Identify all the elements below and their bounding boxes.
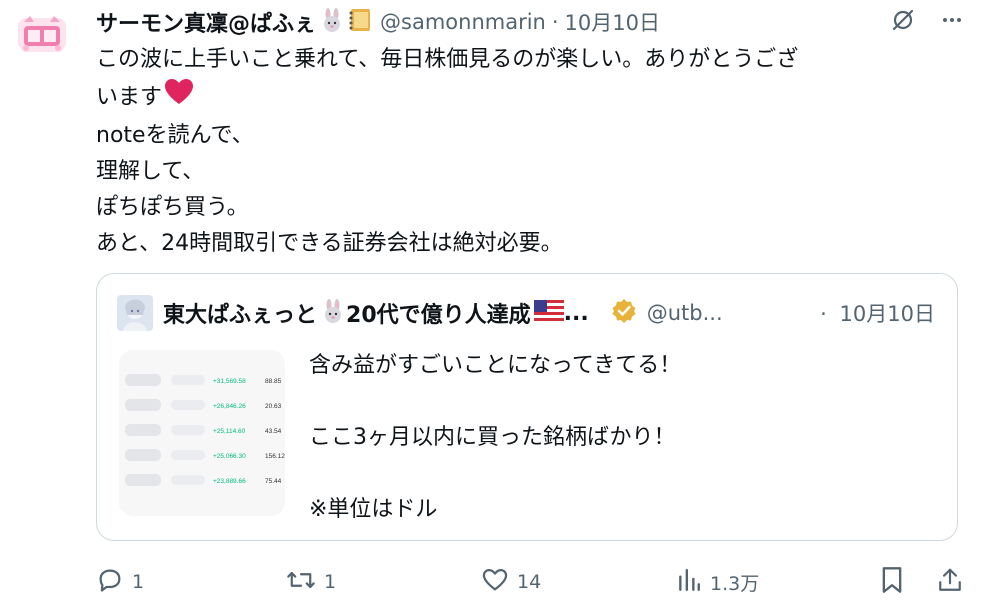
thumb-blurred-ticker: [125, 424, 161, 436]
views-chart-icon: [676, 567, 702, 598]
quoted-image-thumbnail[interactable]: +31,569.58 88.85 +26,846.26 20.63 +25,114.60…: [119, 350, 285, 516]
name-ellipsis: ...: [563, 300, 589, 326]
retweet-button[interactable]: 1: [286, 566, 481, 599]
quoted-text-line: [309, 456, 929, 492]
quoted-tweet-date[interactable]: 10月10日: [840, 302, 935, 326]
author-avatar[interactable]: [16, 8, 68, 60]
tweet-action-bar: 1 1 14 1.3万: [96, 562, 963, 602]
quoted-tweet-date-group: · 10月10日: [820, 298, 935, 328]
tweet-text-line: noteを読んで、: [96, 123, 254, 148]
quoted-text-line: 含み益がすごいことになってきてる！: [309, 353, 682, 378]
thumb-blurred-ticker: [125, 399, 161, 411]
tweet-date[interactable]: 10月10日: [565, 7, 660, 37]
reply-icon: [96, 566, 124, 599]
retweet-icon: [286, 566, 316, 599]
quoted-author-name-suffix[interactable]: 20代で億り人達成: [346, 297, 531, 329]
thumb-blurred-shares: [171, 450, 205, 460]
thumb-blurred-shares: [171, 425, 205, 435]
tweet-text-line: この波に上手いこと乗れて、毎日株価見るのが楽しい。ありがとうござ: [96, 47, 799, 72]
thumb-blurred-ticker: [125, 474, 161, 486]
bookmark-button[interactable]: [879, 566, 905, 599]
quoted-text-line: ※単位はドル: [309, 497, 438, 522]
thumb-gain-value: +25,066.30: [213, 453, 246, 460]
verified-badge-icon: [611, 298, 637, 328]
thumb-price-value: 75.44: [265, 478, 282, 485]
tweet-text-line-with-heart: います: [96, 78, 956, 118]
tweet-text-line: 理解して、: [96, 159, 205, 184]
thumb-blurred-ticker: [125, 374, 161, 386]
tweet-text-line: います: [96, 85, 163, 110]
rabbit-emoji-icon: [319, 7, 345, 37]
grok-icon[interactable]: [891, 8, 915, 36]
views-button[interactable]: 1.3万: [676, 567, 866, 598]
thumb-price-value: 88.85: [265, 378, 282, 385]
author-handle[interactable]: @samonnmarin: [380, 10, 546, 34]
reply-count: 1: [132, 571, 145, 593]
quoted-tweet-header: 東大ぱふぇっと 20代で億り人達成 ... @utb... · 10月10日: [117, 295, 935, 331]
more-options-icon[interactable]: [941, 9, 963, 35]
red-heart-emoji-icon: [164, 78, 194, 118]
bookmark-icon: [879, 566, 905, 599]
thumb-blurred-shares: [171, 375, 205, 385]
tweet-text: この波に上手いこと乗れて、毎日株価見るのが楽しい。ありがとうござ います not…: [96, 42, 956, 262]
us-flag-emoji-icon: [533, 300, 564, 326]
thumb-price-value: 156.12: [265, 453, 285, 460]
thumb-price-value: 43.54: [265, 428, 282, 435]
thumb-blurred-ticker: [125, 449, 161, 461]
thumb-gain-value: +23,889.66: [213, 478, 246, 485]
like-heart-icon: [481, 566, 509, 599]
thumb-gain-value: +25,114.60: [213, 428, 246, 435]
thumb-blurred-shares: [171, 400, 205, 410]
tweet-text-line: あと、24時間取引できる証券会社は絶対必要。: [96, 231, 563, 256]
quoted-text-line: [309, 384, 929, 420]
separator-dot: ·: [551, 10, 559, 34]
tweet-header: サーモン真凜@ぱふぇ @samonnmarin · 10月10日: [96, 6, 963, 38]
reply-button[interactable]: 1: [96, 566, 286, 599]
thumb-gain-value: +31,569.58: [213, 378, 246, 385]
like-button[interactable]: 14: [481, 566, 676, 599]
rabbit-emoji-icon: [320, 298, 346, 328]
quoted-tweet-card[interactable]: 東大ぱふぇっと 20代で億り人達成 ... @utb... · 10月10日 +…: [96, 273, 958, 541]
author-name[interactable]: サーモン真凜@ぱふぇ: [96, 6, 316, 38]
thumb-blurred-shares: [171, 475, 205, 485]
quoted-tweet-text: 含み益がすごいことになってきてる！ ここ3ヶ月以内に買った銘柄ばかり！ ※単位は…: [309, 348, 929, 528]
thumb-price-value: 20.63: [265, 403, 282, 410]
thumb-gain-value: +26,846.26: [213, 403, 246, 410]
view-count: 1.3万: [710, 572, 760, 595]
quoted-author-name[interactable]: 東大ぱふぇっと: [163, 297, 317, 329]
retweet-count: 1: [324, 571, 337, 593]
like-count: 14: [517, 571, 542, 593]
quoted-text-line: ここ3ヶ月以内に買った銘柄ばかり！: [309, 425, 676, 450]
quoted-author-avatar[interactable]: [117, 295, 153, 331]
tweet-text-line: ぽちぽち買う。: [96, 195, 249, 220]
quoted-author-handle[interactable]: @utb...: [647, 301, 723, 325]
share-button[interactable]: [937, 566, 963, 599]
notebook-emoji-icon: [348, 7, 372, 37]
separator-dot: ·: [820, 302, 827, 326]
stock-gains-screenshot: +31,569.58 88.85 +26,846.26 20.63 +25,114.60…: [119, 350, 285, 516]
share-icon: [937, 566, 963, 599]
